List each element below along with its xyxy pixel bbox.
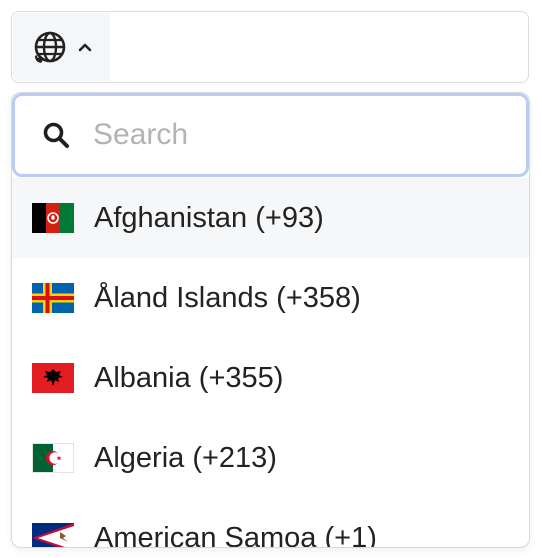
aland-islands-flag-icon [32, 283, 74, 313]
country-label: Åland Islands (+358) [94, 281, 361, 314]
country-option-aland-islands[interactable]: Åland Islands (+358) [12, 258, 529, 338]
chevron-up-icon [78, 42, 92, 52]
country-label: Afghanistan (+93) [94, 201, 324, 234]
country-option-afghanistan[interactable]: Afghanistan (+93) [12, 178, 529, 258]
country-selector-button[interactable] [13, 13, 110, 81]
country-label: Algeria (+213) [94, 441, 277, 474]
algeria-flag-icon [32, 443, 74, 473]
american-samoa-flag-icon [32, 523, 74, 547]
country-label: American Samoa (+1) [94, 521, 377, 548]
country-option-algeria[interactable]: Algeria (+213) [12, 418, 529, 498]
search-input[interactable] [93, 118, 493, 152]
albania-flag-icon [32, 363, 74, 393]
country-option-american-samoa[interactable]: American Samoa (+1) [12, 498, 529, 548]
country-list: Afghanistan (+93) Åland Islands (+358) A… [12, 178, 529, 548]
search-box [12, 93, 529, 177]
search-icon [41, 120, 71, 150]
afghanistan-flag-icon [32, 203, 74, 233]
globe-phone-icon [32, 29, 68, 65]
country-option-albania[interactable]: Albania (+355) [12, 338, 529, 418]
country-label: Albania (+355) [94, 361, 284, 394]
country-dropdown: Afghanistan (+93) Åland Islands (+358) [11, 92, 530, 548]
phone-input-field[interactable] [11, 11, 529, 83]
